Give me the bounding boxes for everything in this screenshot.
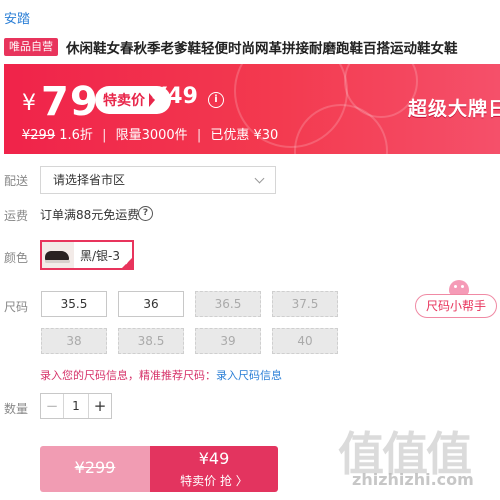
size-info-text: 录入您的尺码信息，精准推荐尺码： bbox=[40, 369, 216, 382]
color-label: 颜色 bbox=[4, 251, 29, 265]
decrease-button[interactable]: − bbox=[41, 394, 64, 418]
color-name: 黑/银-3 bbox=[80, 248, 121, 263]
size-option-disabled: 39 bbox=[195, 328, 261, 354]
saved-amount: 已优惠 ¥30 bbox=[210, 128, 279, 143]
delivery-label: 配送 bbox=[4, 174, 29, 188]
buy-original-price: ¥299 bbox=[74, 458, 116, 477]
original-price-panel: ¥299 bbox=[40, 446, 150, 492]
discount-rate: 1.6折 bbox=[59, 128, 93, 143]
separator: | bbox=[196, 128, 202, 143]
freight-text: 订单满88元免运费 bbox=[40, 208, 140, 222]
region-select[interactable]: 请选择省市区 bbox=[40, 166, 276, 194]
size-option[interactable]: 36 bbox=[118, 291, 184, 317]
price-details: ¥299 1.6折 | 限量3000件 | 已优惠 ¥30 bbox=[22, 124, 278, 143]
buy-now-button[interactable]: ¥49 特卖价 抢 〉 bbox=[150, 446, 278, 492]
original-price: ¥299 bbox=[22, 128, 56, 143]
stock-limit: 限量3000件 bbox=[115, 128, 188, 143]
quantity-label: 数量 bbox=[4, 402, 29, 416]
size-option-disabled: 36.5 bbox=[195, 291, 261, 317]
separator: | bbox=[102, 128, 107, 143]
color-option-selected[interactable]: 黑/银-3 ✓ bbox=[40, 240, 134, 270]
sale-label: 特卖价 bbox=[103, 93, 145, 109]
current-price: 79 bbox=[41, 79, 99, 125]
self-operated-badge: 唯品自营 bbox=[4, 38, 58, 56]
increase-button[interactable]: + bbox=[88, 394, 111, 418]
quantity-stepper: − 1 + bbox=[40, 393, 112, 419]
brand-link[interactable]: 安踏 bbox=[4, 8, 30, 27]
shoe-thumbnail bbox=[42, 242, 74, 268]
chevron-down-icon bbox=[254, 173, 265, 184]
enter-size-link[interactable]: 录入尺码信息 bbox=[216, 369, 282, 382]
size-option-disabled: 40 bbox=[272, 328, 338, 354]
price-banner: ¥ 79 特卖价 ¥49 i 超级大牌日 ¥299 1.6折 | 限量3000件… bbox=[4, 64, 500, 154]
buy-action-label: 特卖价 抢 〉 bbox=[180, 474, 248, 488]
size-label: 尺码 bbox=[4, 300, 29, 314]
currency-symbol: ¥ bbox=[22, 91, 36, 116]
sale-price: ¥49 bbox=[152, 84, 198, 109]
size-option-disabled: 37.5 bbox=[272, 291, 338, 317]
promo-banner-text: 超级大牌日 bbox=[408, 98, 500, 120]
region-placeholder: 请选择省市区 bbox=[53, 173, 126, 187]
quantity-input[interactable]: 1 bbox=[64, 394, 88, 418]
checkmark-icon: ✓ bbox=[124, 258, 131, 267]
product-title: 休闲鞋女春秋季老爹鞋轻便时尚网革拼接耐磨跑鞋百搭运动鞋女鞋 bbox=[66, 41, 458, 57]
info-icon[interactable]: i bbox=[208, 92, 224, 108]
size-helper-button[interactable]: 尺码小帮手 bbox=[415, 294, 497, 318]
size-info-prompt: 录入您的尺码信息，精准推荐尺码：录入尺码信息 bbox=[40, 367, 282, 383]
size-option-disabled: 38 bbox=[41, 328, 107, 354]
mascot-icon bbox=[447, 277, 471, 295]
buy-sale-price: ¥49 bbox=[198, 449, 230, 468]
freight-label: 运费 bbox=[4, 209, 29, 223]
size-option[interactable]: 35.5 bbox=[41, 291, 107, 317]
size-option-disabled: 38.5 bbox=[118, 328, 184, 354]
question-icon[interactable]: ? bbox=[138, 206, 153, 221]
watermark-url: zhizhizhi.com bbox=[352, 470, 474, 489]
